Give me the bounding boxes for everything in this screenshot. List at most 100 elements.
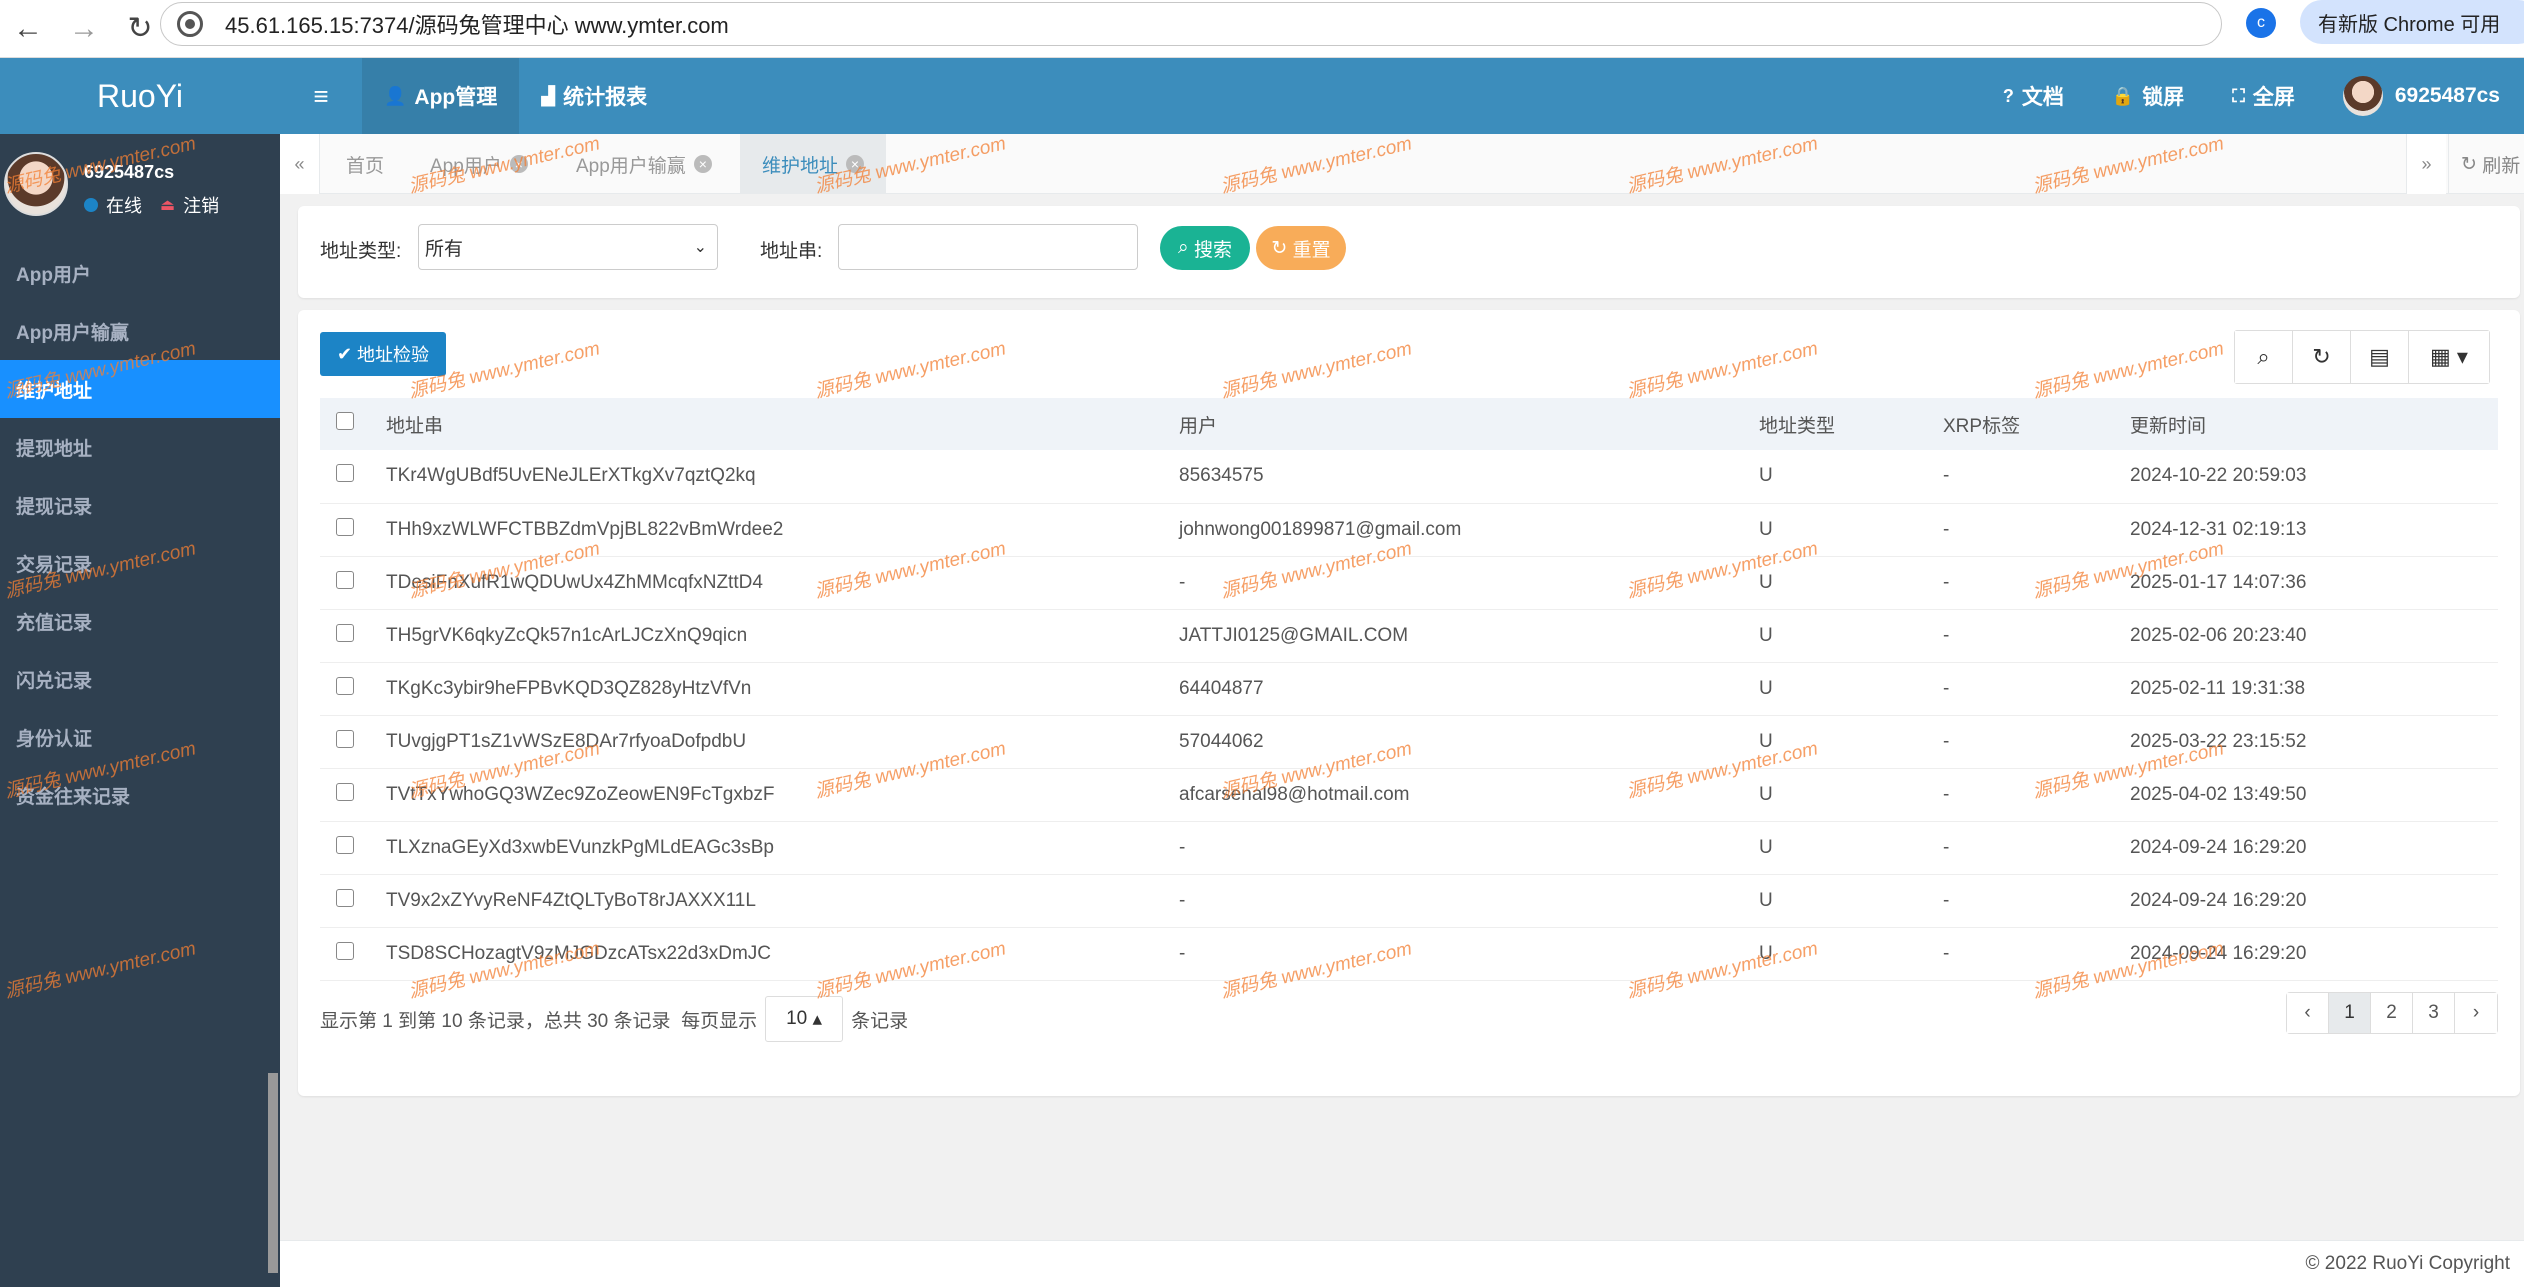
refresh-table-icon[interactable]: ↻ bbox=[2293, 331, 2351, 383]
select-all-cell bbox=[320, 398, 386, 450]
pagination-info: 显示第 1 到第 10 条记录，总共 30 条记录 每页显示 10 ▴ 条记录 bbox=[320, 996, 908, 1042]
table-row[interactable]: TKgKc3ybir9heFPBvKQD3QZ828yHtzVfVn 644048… bbox=[320, 662, 2498, 715]
select-all-checkbox[interactable] bbox=[336, 412, 354, 430]
row-checkbox[interactable] bbox=[336, 835, 354, 854]
address-table: 地址串 用户 地址类型 XRP标签 更新时间 TKr4WgUBdf5UvENeJ… bbox=[320, 398, 2498, 981]
per-page-label: 每页显示 bbox=[681, 1010, 758, 1032]
table-row[interactable]: TVtTxYwhoGQ3WZec9ZoZeowEN9FcTgxbzF afcars… bbox=[320, 768, 2498, 821]
col-user[interactable]: 用户 bbox=[1179, 398, 1759, 450]
col-xrp-tag[interactable]: XRP标签 bbox=[1943, 398, 2130, 450]
col-updated-at[interactable]: 更新时间 bbox=[2130, 398, 2498, 450]
page-1[interactable]: 1 bbox=[2329, 993, 2371, 1033]
table-row[interactable]: TSD8SCHozagtV9zMJGDzcATsx22d3xDmJC - U - 202… bbox=[320, 927, 2498, 980]
row-checkbox[interactable] bbox=[336, 464, 354, 483]
profile-avatar[interactable]: c bbox=[2246, 8, 2276, 38]
row-checkbox[interactable] bbox=[336, 782, 354, 801]
nav-docs-label: 文档 bbox=[2021, 86, 2064, 109]
sidebar-item-withdraw-records[interactable]: 提现记录 bbox=[0, 476, 280, 534]
table-body: TKr4WgUBdf5UvENeJLErXTkgXv7qztQ2kq 856345… bbox=[320, 450, 2498, 980]
table-row[interactable]: TV9x2xZYvyReNF4ZtQLTyBoT8rJAXXX11L - U - 202… bbox=[320, 874, 2498, 927]
sidebar-item-trade-records[interactable]: 交易记录 bbox=[0, 534, 280, 592]
nav-app-manage[interactable]: 👤 App管理 bbox=[362, 58, 520, 134]
toggle-view-icon[interactable]: ▤ bbox=[2351, 331, 2409, 383]
sidebar-scrollbar[interactable] bbox=[268, 1073, 278, 1273]
cell-xrp: - bbox=[1943, 942, 1950, 964]
sidebar-item-fund-flow[interactable]: 资金往来记录 bbox=[0, 766, 280, 824]
table-row[interactable]: THh9xzWLWFCTBBZdmVpjBL822vBmWrdee2 johnwo… bbox=[320, 503, 2498, 556]
cell-xrp: - bbox=[1943, 677, 1950, 699]
online-dot-icon bbox=[84, 198, 98, 212]
sidebar-item-withdraw-address[interactable]: 提现地址 bbox=[0, 418, 280, 476]
sidebar-item-identity[interactable]: 身份认证 bbox=[0, 708, 280, 766]
reset-icon: ↻ bbox=[1271, 237, 1288, 259]
reset-button[interactable]: ↻ 重置 bbox=[1256, 226, 1346, 270]
page-2[interactable]: 2 bbox=[2371, 993, 2413, 1033]
cell-address: TKr4WgUBdf5UvENeJLErXTkgXv7qztQ2kq bbox=[386, 465, 756, 487]
page-prev[interactable]: ‹ bbox=[2287, 993, 2329, 1033]
row-checkbox[interactable] bbox=[336, 941, 354, 960]
address-check-button[interactable]: ✔ 地址检验 bbox=[320, 332, 446, 376]
nav-fullscreen[interactable]: ⛶ 全屏 bbox=[2208, 58, 2319, 134]
cell-type: U bbox=[1759, 624, 1773, 646]
menu-toggle-icon[interactable]: ≡ bbox=[280, 58, 362, 134]
table-row[interactable]: TUvgjgPT1sZ1vWSzE8DAr7rfyoaDofpdbU 570440… bbox=[320, 715, 2498, 768]
table-row[interactable]: TLXznaGEyXd3xwbEVunzkPgMLdEAGc3sBp - U - 202… bbox=[320, 821, 2498, 874]
close-tab-icon[interactable]: × bbox=[846, 155, 865, 173]
pagination: ‹ 1 2 3 › bbox=[2286, 992, 2498, 1034]
nav-user-menu[interactable]: 6925487cs bbox=[2319, 58, 2524, 134]
tab-refresh-button[interactable]: ↻ 刷新 bbox=[2448, 134, 2524, 194]
cell-xrp: - bbox=[1943, 465, 1950, 487]
logout-icon[interactable]: ⏏ bbox=[160, 195, 175, 215]
row-select-cell bbox=[320, 556, 386, 609]
address-bar[interactable]: 45.61.165.15:7374/源码兔管理中心 www.ymter.com bbox=[160, 2, 2222, 46]
address-string-input[interactable] bbox=[838, 224, 1138, 270]
tab-scroll-left-icon[interactable]: « bbox=[280, 134, 320, 194]
nav-docs[interactable]: ? 文档 bbox=[1979, 58, 2088, 134]
logo[interactable]: RuoYi bbox=[0, 58, 280, 134]
user-panel: 6925487cs 在线 ⏏ 注销 bbox=[0, 134, 280, 244]
nav-stats[interactable]: ▟ 统计报表 bbox=[519, 58, 669, 134]
cell-time: 2025-01-17 14:07:36 bbox=[2130, 571, 2307, 593]
address-type-select[interactable]: 所有 ⌄ bbox=[418, 224, 718, 270]
sidebar-item-maintain-address[interactable]: 维护地址 bbox=[0, 360, 280, 418]
user-name: 6925487cs bbox=[84, 162, 175, 182]
nav-lock[interactable]: 🔒 锁屏 bbox=[2088, 58, 2208, 134]
tab-scroll-right-icon[interactable]: » bbox=[2406, 134, 2446, 194]
page-size-dropdown[interactable]: 10 ▴ bbox=[765, 996, 844, 1042]
page-3[interactable]: 3 bbox=[2413, 993, 2455, 1033]
row-checkbox[interactable] bbox=[336, 729, 354, 748]
sidebar-item-recharge-records[interactable]: 充值记录 bbox=[0, 592, 280, 650]
site-info-icon[interactable] bbox=[177, 11, 203, 37]
row-checkbox[interactable] bbox=[336, 517, 354, 536]
close-tab-icon[interactable]: × bbox=[509, 155, 528, 173]
page-next[interactable]: › bbox=[2455, 993, 2497, 1033]
sidebar-item-app-user-winloss[interactable]: App用户输赢 bbox=[0, 302, 280, 360]
columns-icon[interactable]: ▦ ▾ bbox=[2409, 331, 2489, 383]
cell-address: TH5grVK6qkyZcQk57n1cArLJCzXnQ9qicn bbox=[386, 624, 748, 646]
tab-app-users[interactable]: App用户 × bbox=[430, 134, 528, 194]
table-panel: ✔ 地址检验 ⌕ ↻ ▤ ▦ ▾ 地址串 用户 地址类型 XRP标签 更新时间 … bbox=[298, 310, 2520, 1096]
logout-link[interactable]: 注销 bbox=[183, 192, 219, 218]
row-checkbox[interactable] bbox=[336, 623, 354, 642]
forward-icon[interactable]: → bbox=[56, 6, 112, 52]
close-tab-icon[interactable]: × bbox=[693, 155, 712, 173]
row-checkbox[interactable] bbox=[336, 888, 354, 907]
row-checkbox[interactable] bbox=[336, 570, 354, 589]
toggle-search-icon[interactable]: ⌕ bbox=[2235, 331, 2293, 383]
cell-user: - bbox=[1179, 836, 1186, 858]
chrome-update-button[interactable]: 有新版 Chrome 可用 bbox=[2300, 0, 2524, 44]
table-row[interactable]: TKr4WgUBdf5UvENeJLErXTkgXv7qztQ2kq 856345… bbox=[320, 450, 2498, 503]
col-address[interactable]: 地址串 bbox=[386, 398, 1179, 450]
col-address-type[interactable]: 地址类型 bbox=[1759, 398, 1943, 450]
table-row[interactable]: TDesiFnXufR1wQDUwUx4ZhMMcqfxNZttD4 - U - 202… bbox=[320, 556, 2498, 609]
back-icon[interactable]: ← bbox=[0, 6, 56, 52]
search-button[interactable]: ⌕ 搜索 bbox=[1160, 226, 1250, 270]
tab-home[interactable]: 首页 bbox=[346, 134, 384, 194]
sidebar-item-app-users[interactable]: App用户 bbox=[0, 244, 280, 302]
tab-maintain-address[interactable]: 维护地址 × bbox=[740, 134, 887, 194]
table-row[interactable]: TH5grVK6qkyZcQk57n1cArLJCzXnQ9qicn JATTJI… bbox=[320, 609, 2498, 662]
sidebar-item-swap-records[interactable]: 闪兑记录 bbox=[0, 650, 280, 708]
user-status: 在线 ⏏ 注销 bbox=[84, 192, 219, 218]
tab-app-user-winloss[interactable]: App用户输赢 × bbox=[576, 134, 712, 194]
row-checkbox[interactable] bbox=[336, 676, 354, 695]
